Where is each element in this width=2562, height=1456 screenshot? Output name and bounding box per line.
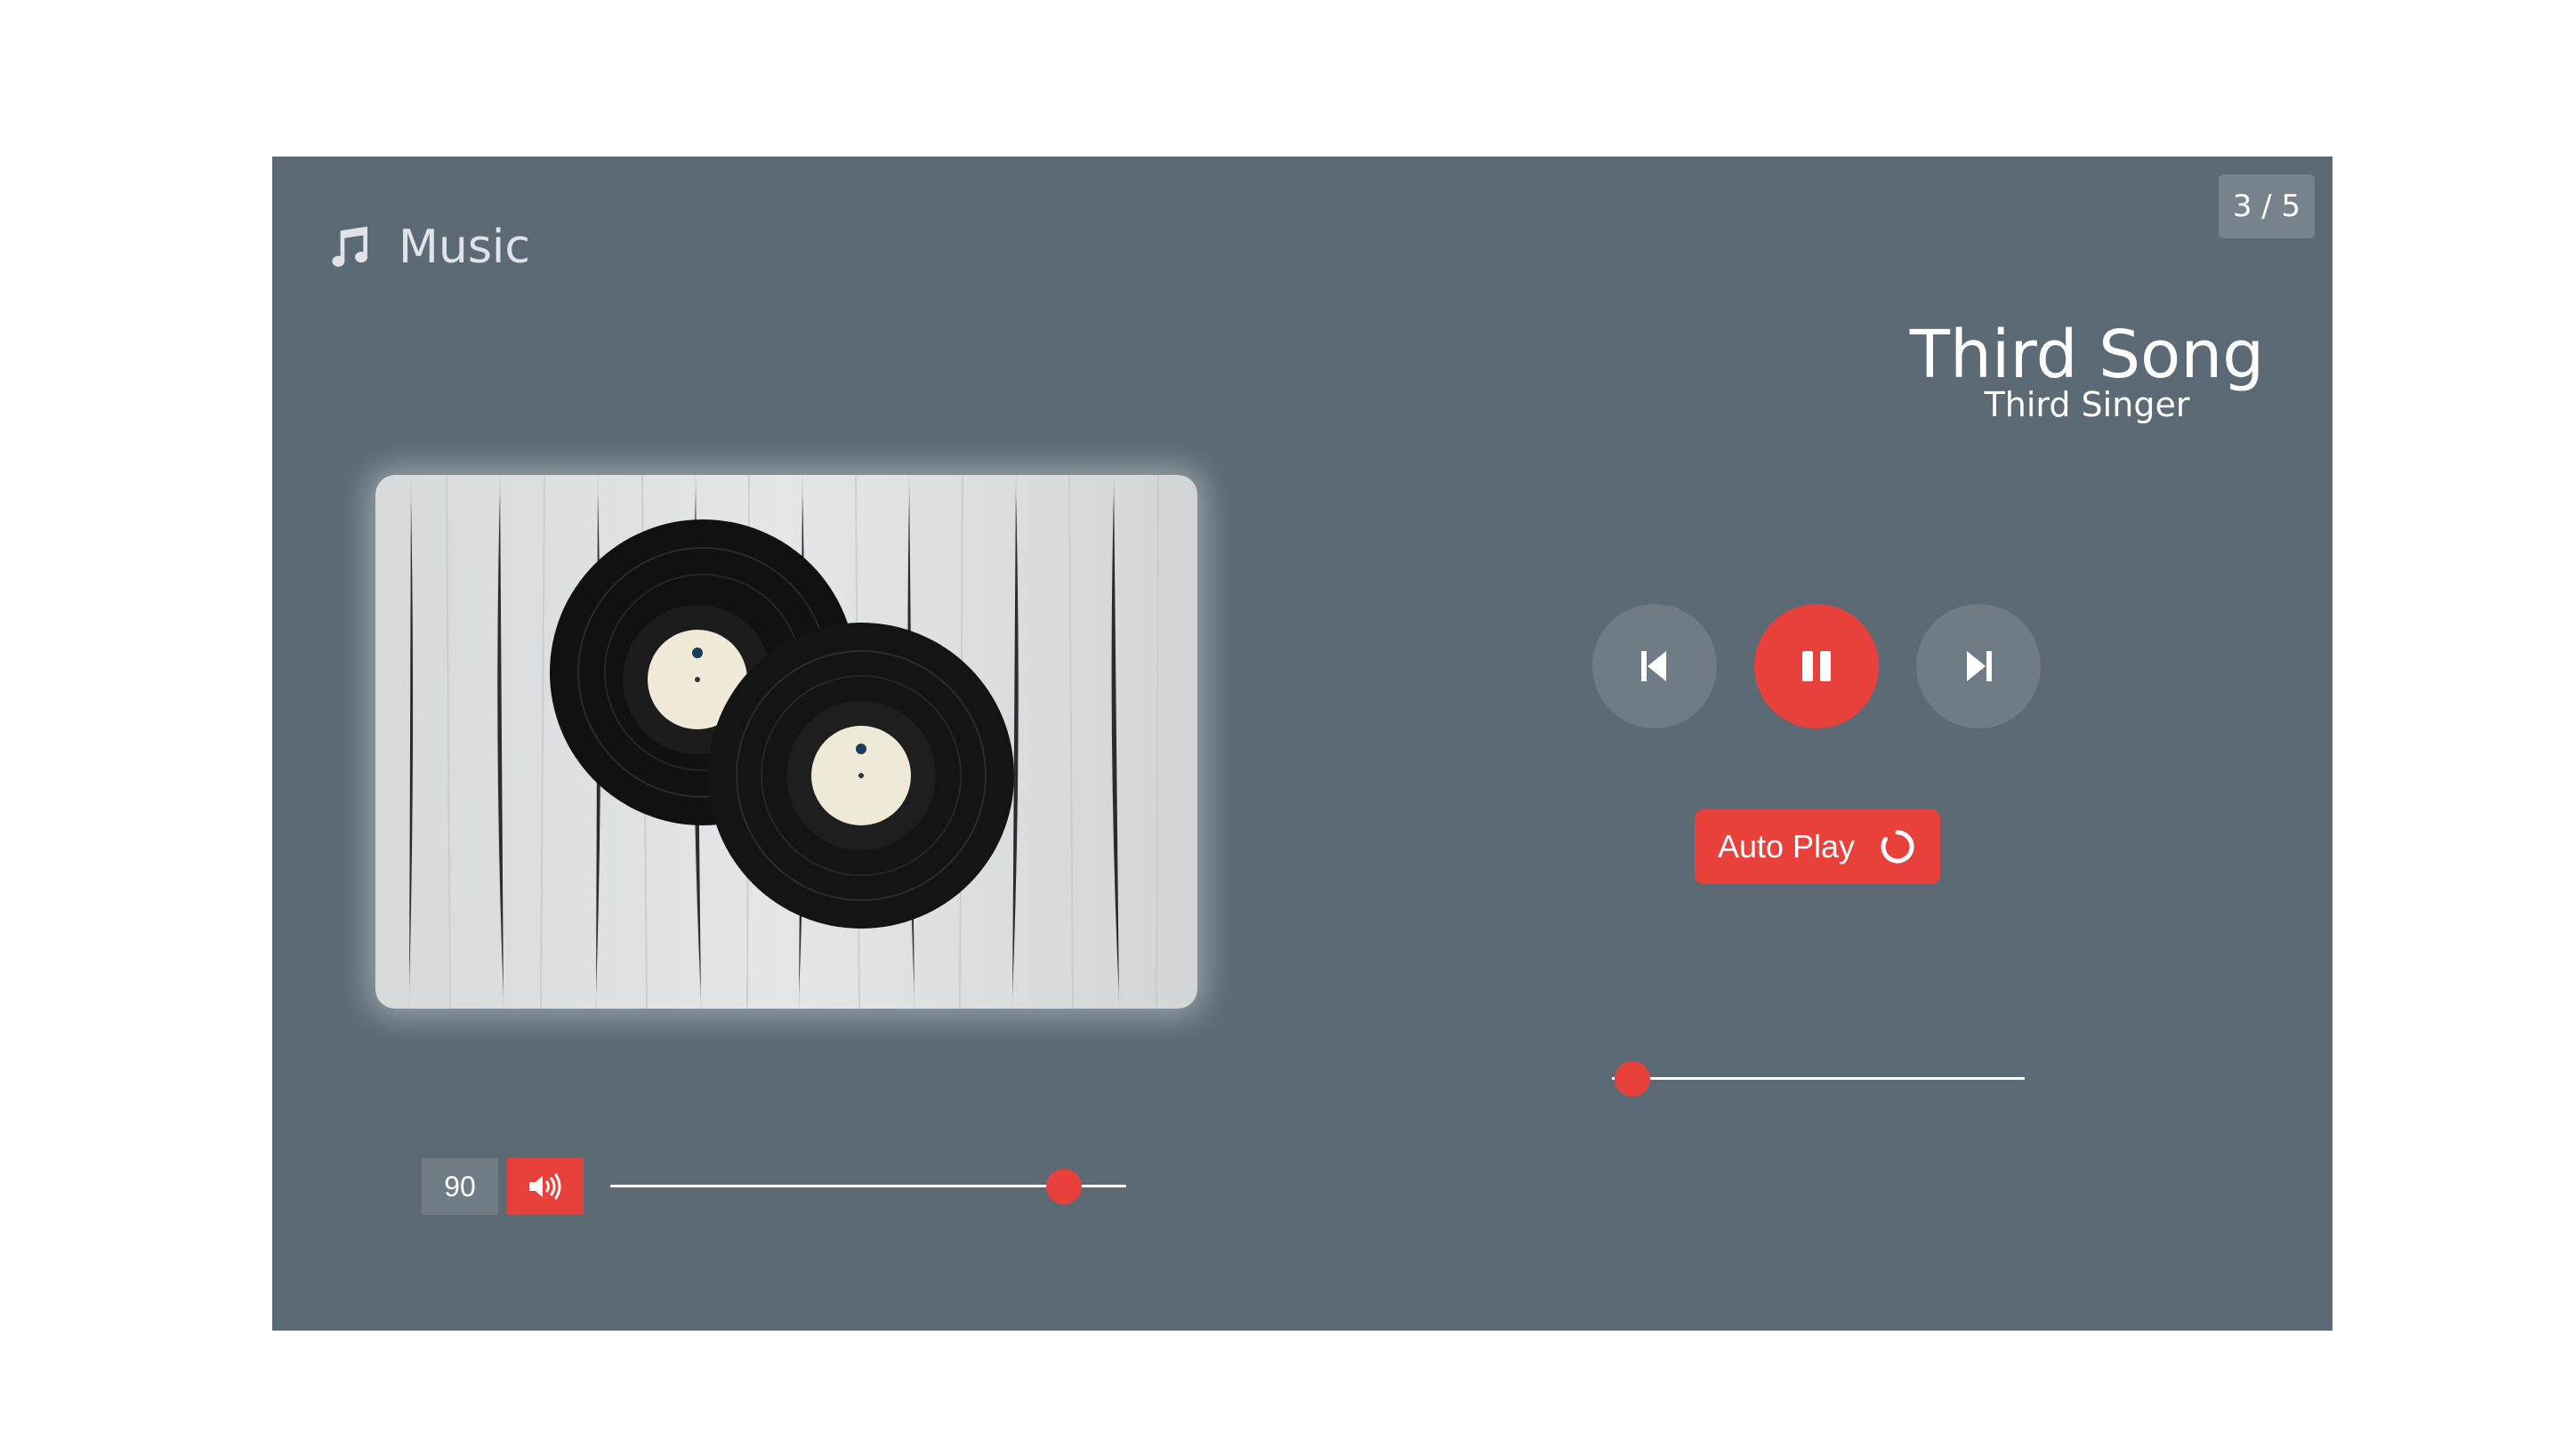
app-brand: Music xyxy=(324,212,530,283)
skip-forward-icon xyxy=(1967,651,1992,681)
progress-slider-thumb[interactable] xyxy=(1615,1061,1651,1097)
album-artwork xyxy=(375,475,1197,1009)
track-title: Third Song xyxy=(1909,317,2265,393)
track-counter: 3 / 5 xyxy=(2219,174,2315,238)
volume-slider-thumb[interactable] xyxy=(1046,1169,1083,1204)
mute-button[interactable] xyxy=(507,1158,584,1215)
skip-back-icon xyxy=(1641,651,1666,681)
refresh-icon xyxy=(1881,830,1914,864)
progress-slider-track[interactable] xyxy=(1612,1077,2025,1080)
auto-play-button[interactable]: Auto Play xyxy=(1695,809,1940,884)
speaker-icon xyxy=(529,1173,561,1200)
volume-value: 90 xyxy=(422,1158,498,1215)
vinyl-records-image xyxy=(375,475,1197,1009)
auto-play-label: Auto Play xyxy=(1717,828,1856,865)
music-player: 3 / 5 Music Third Song Third Singer Auto… xyxy=(272,157,2332,1331)
music-note-icon xyxy=(332,226,368,267)
next-track-button[interactable] xyxy=(1916,604,2041,728)
pause-icon xyxy=(1802,651,1831,681)
app-title: Music xyxy=(399,221,530,274)
pause-button[interactable] xyxy=(1754,604,1879,728)
previous-track-button[interactable] xyxy=(1592,604,1717,728)
track-artist: Third Singer xyxy=(1984,385,2190,424)
